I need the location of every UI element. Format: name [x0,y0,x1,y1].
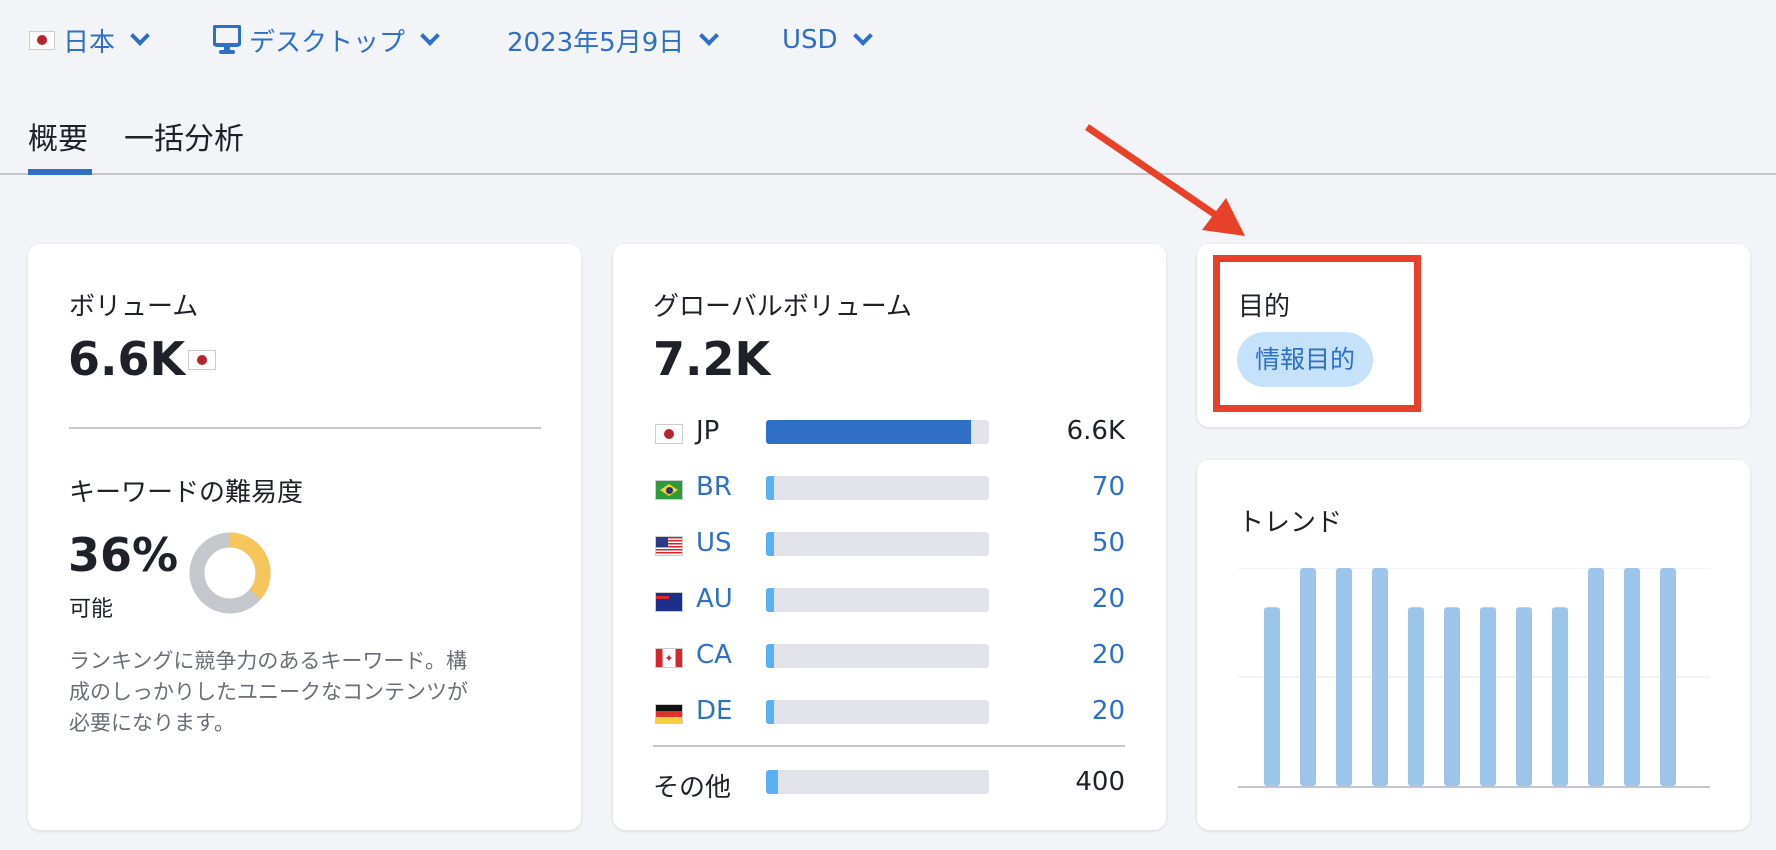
annotation-arrow-icon [1085,124,1245,236]
difficulty-level: 可能 [69,597,114,622]
volume-card: ボリューム 6.6K キーワードの難易度 36% 可能 ランキングに競争力のある… [28,244,581,830]
trend-bar[interactable] [1624,568,1640,786]
country-volume-value: 6.6K [1066,416,1125,446]
tab-overview[interactable]: 概要 [28,114,88,158]
description-line: 成のしっかりしたユニークなコンテンツが [69,680,468,704]
divider [69,427,541,429]
trend-bar[interactable] [1444,607,1460,786]
date-selector[interactable]: 2023年5月9日 [507,22,724,58]
chevron-down-icon [420,26,440,46]
trend-bar[interactable] [1552,607,1568,786]
flag-jp-icon [655,424,683,444]
description-line: 必要になります。 [69,711,235,735]
trend-bar[interactable] [1372,568,1388,786]
flag-br-icon [655,480,683,500]
country-volume-value[interactable]: 20 [1092,696,1125,726]
flag-jp-icon [188,350,216,370]
country-code[interactable]: CA [696,640,732,670]
trend-bar[interactable] [1336,568,1352,786]
country-volume-bar [766,532,989,556]
difficulty-title: キーワードの難易度 [69,478,304,508]
trend-bar[interactable] [1480,607,1496,786]
difficulty-donut [189,532,271,614]
trend-bar[interactable] [1408,607,1424,786]
country-label: 日本 [63,27,116,58]
country-volume-bar [766,644,989,668]
trend-bar[interactable] [1516,607,1532,786]
trend-title: トレンド [1238,508,1343,538]
tabs-divider [0,173,1776,175]
currency-selector[interactable]: USD [782,22,878,58]
volume-title: ボリューム [69,292,199,322]
flag-us-icon [655,536,683,556]
trend-bar[interactable] [1264,607,1280,786]
trend-bar[interactable] [1300,568,1316,786]
other-bar [766,770,989,794]
country-volume-bar [766,588,989,612]
chevron-down-icon [699,26,720,46]
trend-bar[interactable] [1660,568,1676,786]
country-code[interactable]: BR [696,472,732,502]
country-volume-value[interactable]: 20 [1092,584,1125,614]
country-code[interactable]: DE [696,696,732,726]
country-volume-bar [766,476,989,500]
global-volume-value: 7.2K [653,332,771,386]
country-code: JP [696,416,720,446]
country-selector[interactable]: 日本 [29,22,155,58]
other-value: 400 [1075,767,1125,797]
volume-value: 6.6K [68,332,186,386]
tab-bulk-analysis[interactable]: 一括分析 [124,114,244,158]
country-volume-bar [766,420,989,444]
country-volume-value[interactable]: 50 [1092,528,1125,558]
trend-bar[interactable] [1588,568,1604,786]
global-volume-card: グローバルボリューム 7.2K JP 6.6K BR 70 US 50 AU 2… [613,244,1166,830]
active-tab-indicator [28,169,92,175]
device-selector[interactable]: デスクトップ [213,22,445,58]
difficulty-value: 36% [68,528,179,582]
date-label: 2023年5月9日 [507,27,685,58]
country-code[interactable]: US [696,528,732,558]
difficulty-description: ランキングに競争力のあるキーワード。構 成のしっかりしたユニークなコンテンツが … [69,646,468,739]
currency-label: USD [782,25,838,55]
trend-card: トレンド [1197,460,1750,830]
trend-chart [1238,568,1710,788]
flag-de-icon [655,704,683,724]
divider [653,745,1125,747]
global-volume-title: グローバルボリューム [653,292,912,322]
chevron-down-icon [852,26,873,46]
country-volume-bar [766,700,989,724]
flag-jp-icon [29,30,55,50]
other-label: その他 [653,773,732,803]
annotation-highlight-box [1213,255,1421,412]
country-volume-value[interactable]: 20 [1092,640,1125,670]
country-volume-value[interactable]: 70 [1092,472,1125,502]
desktop-icon [213,25,241,54]
chevron-down-icon [130,26,150,46]
description-line: ランキングに競争力のあるキーワード。構 [69,649,467,673]
flag-au-icon [655,592,683,612]
device-label: デスクトップ [249,27,406,58]
country-code[interactable]: AU [696,584,733,614]
flag-ca-icon: ✦ [655,648,683,668]
